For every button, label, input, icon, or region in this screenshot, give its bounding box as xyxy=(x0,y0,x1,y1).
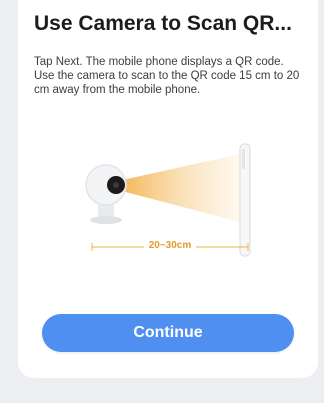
page-title: Use Camera to Scan QR... xyxy=(34,12,292,35)
distance-indicator: 20~30cm xyxy=(90,240,250,254)
setup-card: Use Camera to Scan QR... Tap Next. The m… xyxy=(18,0,318,378)
scan-illustration xyxy=(85,143,251,257)
instruction-text: Tap Next. The mobile phone displays a QR… xyxy=(34,56,300,96)
camera-icon xyxy=(85,164,127,224)
scan-beam xyxy=(118,154,240,222)
continue-button[interactable]: Continue xyxy=(42,314,294,352)
distance-label: 20~30cm xyxy=(144,240,196,251)
